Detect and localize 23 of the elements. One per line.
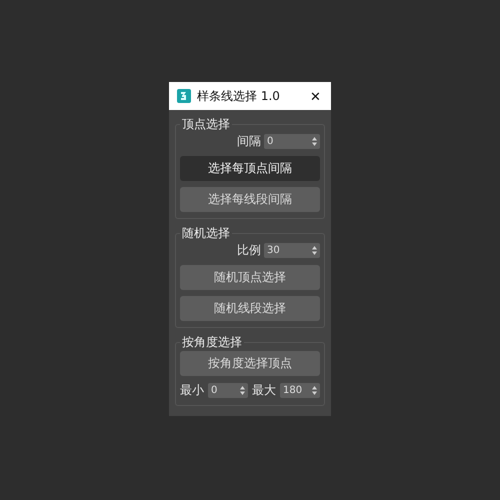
- field-label: 间隔: [237, 133, 261, 150]
- field-label: 最大: [252, 382, 276, 399]
- spinner-arrows-icon[interactable]: [312, 386, 317, 395]
- number-spinner[interactable]: 30: [264, 243, 320, 258]
- window-title: 样条线选择 1.0: [197, 88, 281, 104]
- number-spinner[interactable]: 0: [208, 383, 248, 398]
- group-title: 按角度选择: [180, 334, 244, 350]
- action-button[interactable]: 选择每顶点间隔: [180, 156, 320, 181]
- spinner-arrows-icon[interactable]: [240, 386, 245, 395]
- group-title: 随机选择: [180, 225, 232, 241]
- spinner-arrows-icon[interactable]: [312, 137, 317, 146]
- number-spinner[interactable]: 180: [280, 383, 320, 398]
- group-title: 顶点选择: [180, 116, 232, 132]
- spinner-arrows-icon[interactable]: [312, 246, 317, 255]
- app-logo-icon: [177, 89, 191, 103]
- field-label: 最小: [180, 382, 204, 399]
- close-button[interactable]: ✕: [306, 88, 325, 104]
- number-spinner[interactable]: 0: [264, 134, 320, 149]
- action-button[interactable]: 随机顶点选择: [180, 265, 320, 290]
- action-button[interactable]: 随机线段选择: [180, 296, 320, 321]
- action-button[interactable]: 按角度选择顶点: [180, 351, 320, 376]
- field-label: 比例: [237, 242, 261, 259]
- action-button[interactable]: 选择每线段间隔: [180, 187, 320, 212]
